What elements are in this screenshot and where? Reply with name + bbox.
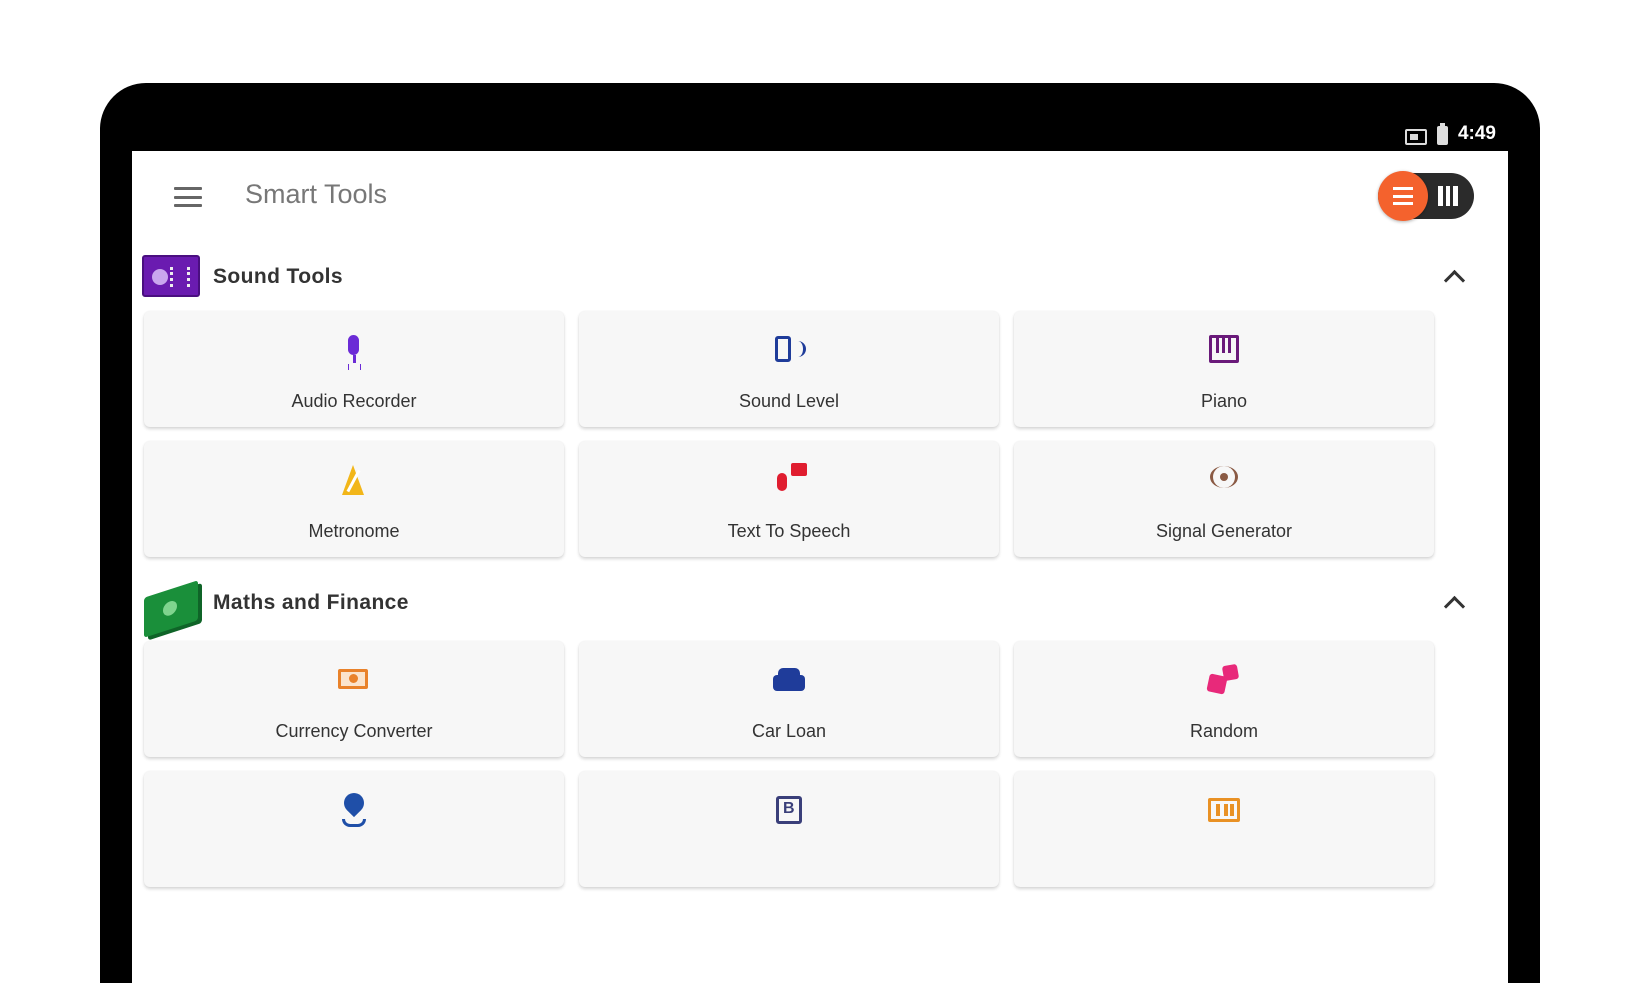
- hamburger-menu-icon[interactable]: [172, 183, 204, 211]
- sound-tools-grid: Audio Recorder Sound Level Piano Metrono…: [144, 311, 1508, 557]
- location-pin-icon: [334, 793, 374, 833]
- app-screen: Smart Tools Sound Tools Audio Recorder S…: [132, 151, 1508, 983]
- collapse-chevron-icon[interactable]: [1443, 269, 1466, 292]
- battery-icon: [1436, 123, 1448, 145]
- tool-card-metronome[interactable]: Metronome: [144, 441, 564, 557]
- currency-icon: [334, 663, 374, 703]
- tool-card-signal-generator[interactable]: Signal Generator: [1014, 441, 1434, 557]
- sound-tools-section-icon: [142, 255, 200, 297]
- tool-card-random[interactable]: Random: [1014, 641, 1434, 757]
- section-header-sound-tools[interactable]: Sound Tools: [132, 241, 1508, 311]
- list-view-icon: [1393, 187, 1413, 205]
- section-title: Sound Tools: [213, 265, 343, 288]
- speaker-icon: [769, 333, 809, 373]
- piano-icon: [1204, 333, 1244, 373]
- tool-card-piano[interactable]: Piano: [1014, 311, 1434, 427]
- ruler-icon: [1204, 793, 1244, 833]
- tool-label: Metronome: [308, 521, 400, 541]
- text-to-speech-icon: [769, 463, 809, 503]
- list-view-knob[interactable]: [1378, 171, 1428, 221]
- tool-card-sound-level[interactable]: Sound Level: [579, 311, 999, 427]
- signal-icon: [1204, 463, 1244, 503]
- tablet-frame: 4:49 Smart Tools Sound Tools Audio Recor…: [100, 83, 1540, 983]
- tool-label: Piano: [1200, 391, 1248, 411]
- tool-card-currency-converter[interactable]: Currency Converter: [144, 641, 564, 757]
- dice-icon: [1204, 663, 1244, 703]
- microphone-icon: [334, 333, 374, 373]
- metronome-icon: [334, 463, 374, 503]
- tool-card-binary[interactable]: [579, 771, 999, 887]
- tool-card-audio-recorder[interactable]: Audio Recorder: [144, 311, 564, 427]
- app-bar: Smart Tools: [132, 151, 1508, 241]
- tool-card-text-to-speech[interactable]: Text To Speech: [579, 441, 999, 557]
- view-mode-toggle[interactable]: [1378, 171, 1474, 221]
- tool-label: Currency Converter: [275, 721, 433, 741]
- maths-finance-grid: Currency Converter Car Loan Random: [144, 641, 1508, 887]
- status-time: 4:49: [1457, 123, 1496, 144]
- section-header-maths-finance[interactable]: Maths and Finance: [132, 571, 1508, 641]
- screen-cast-icon: [1404, 129, 1427, 145]
- binary-icon: [769, 793, 809, 833]
- app-title: Smart Tools: [245, 179, 388, 209]
- tool-label: Audio Recorder: [291, 391, 417, 411]
- tool-label: Car Loan: [751, 721, 827, 741]
- tool-card-ruler[interactable]: [1014, 771, 1434, 887]
- grid-view-icon[interactable]: [1438, 186, 1459, 206]
- tool-label: Signal Generator: [1155, 521, 1293, 541]
- tool-card-car-loan[interactable]: Car Loan: [579, 641, 999, 757]
- collapse-chevron-icon[interactable]: [1443, 595, 1466, 618]
- tool-label: Random: [1189, 721, 1259, 741]
- tool-label: Text To Speech: [727, 521, 851, 541]
- status-bar: 4:49: [100, 83, 1540, 151]
- tool-card-location[interactable]: [144, 771, 564, 887]
- tool-label: Sound Level: [738, 391, 840, 411]
- car-icon: [769, 663, 809, 703]
- section-title: Maths and Finance: [213, 591, 409, 614]
- money-section-icon: [144, 580, 198, 638]
